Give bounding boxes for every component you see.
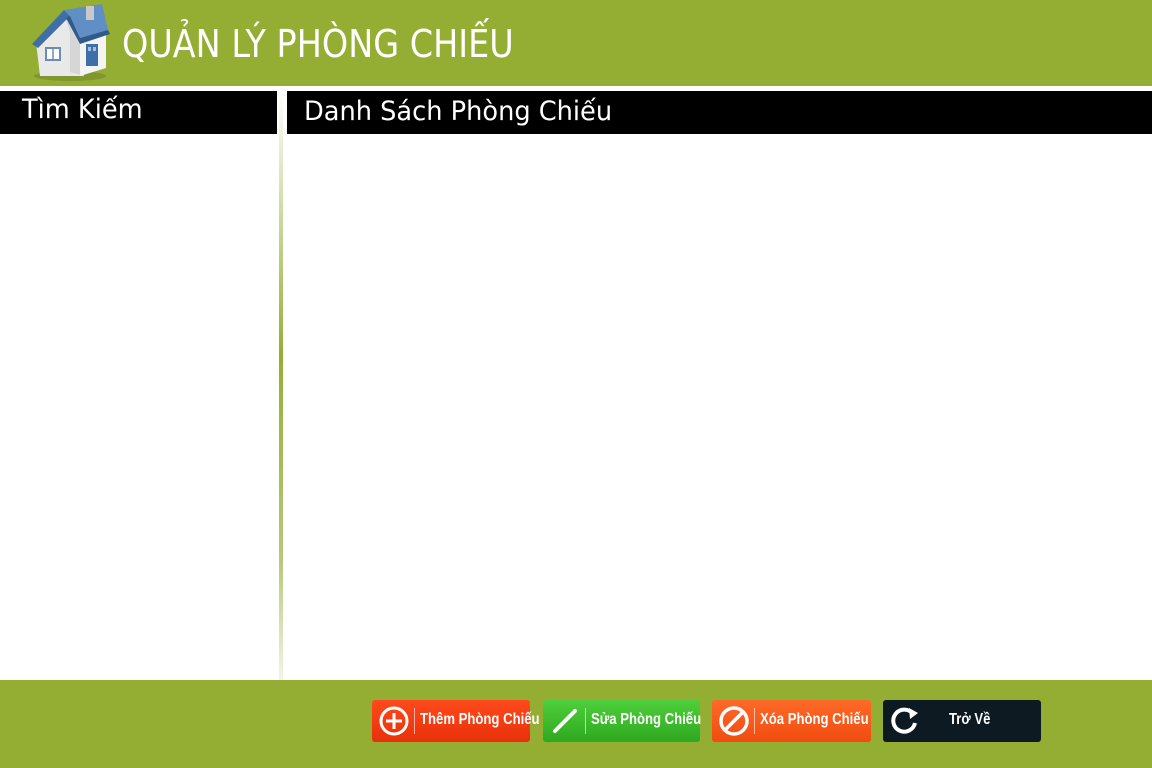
search-panel-title: Tìm Kiếm bbox=[22, 94, 143, 125]
house-icon bbox=[32, 4, 110, 81]
prohibit-icon bbox=[719, 706, 749, 736]
button-separator bbox=[754, 708, 755, 734]
refresh-icon bbox=[891, 707, 918, 734]
add-room-label: Thêm Phòng Chiếu bbox=[420, 711, 540, 728]
page-title: QUẢN LÝ PHÒNG CHIẾU bbox=[122, 22, 514, 66]
list-panel-title: Danh Sách Phòng Chiếu bbox=[304, 96, 613, 127]
pencil-icon bbox=[553, 709, 577, 733]
room-list-panel bbox=[287, 134, 1152, 680]
back-button[interactable]: Trở Về bbox=[883, 700, 1041, 742]
search-panel bbox=[0, 134, 277, 680]
edit-room-button[interactable]: Sửa Phòng Chiếu bbox=[543, 700, 702, 742]
back-label: Trở Về bbox=[949, 711, 991, 728]
button-separator bbox=[414, 708, 415, 734]
delete-room-button[interactable]: Xóa Phòng Chiếu bbox=[712, 700, 871, 742]
delete-room-label: Xóa Phòng Chiếu bbox=[760, 711, 869, 728]
plus-circle-icon bbox=[379, 706, 409, 736]
list-panel-header: Danh Sách Phòng Chiếu bbox=[287, 91, 1152, 134]
app-window: QUẢN LÝ PHÒNG CHIẾU Tìm Kiếm Danh Sách P… bbox=[0, 0, 1152, 768]
footer-toolbar: Thêm Phòng Chiếu Sửa Phòng Chiếu Xóa Phò… bbox=[0, 680, 1152, 768]
button-separator bbox=[585, 708, 586, 734]
search-panel-header: Tìm Kiếm bbox=[0, 91, 277, 134]
add-room-button[interactable]: Thêm Phòng Chiếu bbox=[372, 700, 540, 742]
edit-room-label: Sửa Phòng Chiếu bbox=[591, 711, 702, 728]
header-bar: QUẢN LÝ PHÒNG CHIẾU bbox=[0, 0, 1152, 86]
panel-divider bbox=[279, 91, 283, 680]
